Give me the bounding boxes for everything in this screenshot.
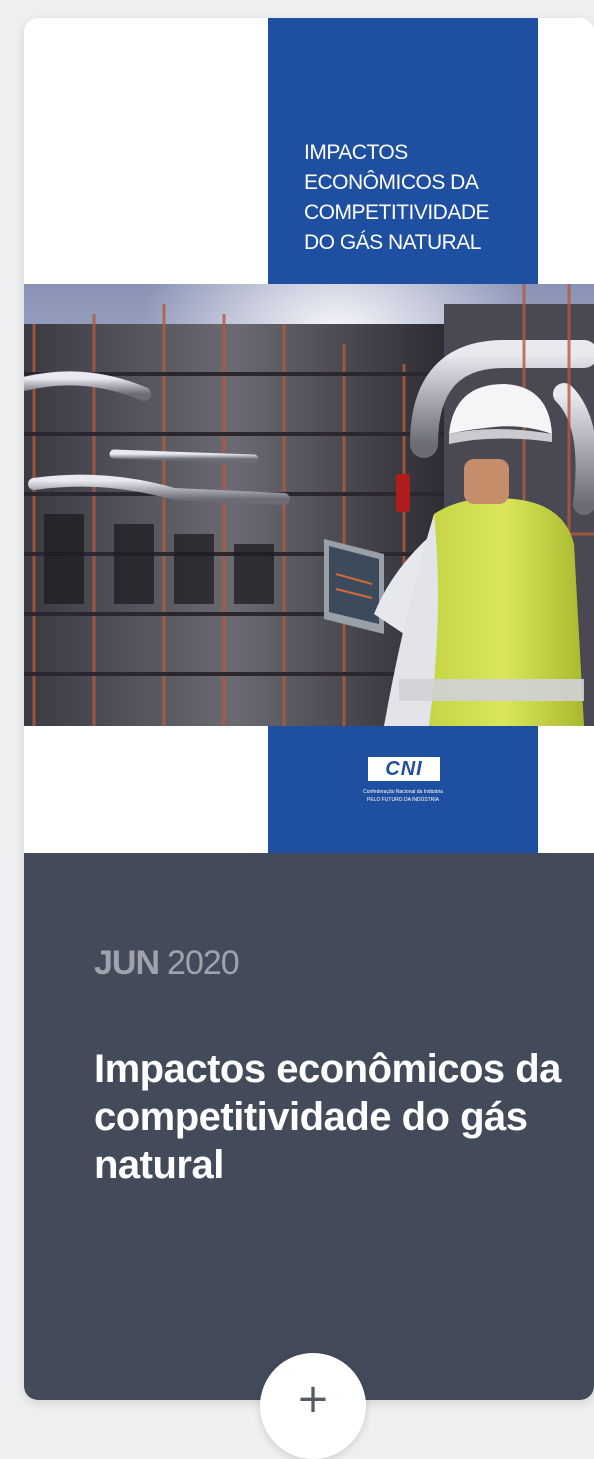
cni-logo: CNI (368, 757, 440, 781)
publication-date: JUN 2020 (94, 943, 240, 983)
publication-date-month: JUN (94, 944, 160, 982)
expand-button[interactable]: + (260, 1353, 366, 1459)
publication-date-year: 2020 (167, 944, 240, 982)
cover-photo (24, 284, 594, 726)
plus-icon: + (296, 1376, 330, 1422)
publication-card[interactable]: IMPACTOS ECONÔMICOS DA COMPETITIVIDADE D… (24, 18, 594, 1400)
publication-title[interactable]: Impactos econômicos da competitividade d… (94, 1045, 564, 1189)
cover-title: IMPACTOS ECONÔMICOS DA COMPETITIVIDADE D… (304, 141, 490, 254)
cover-logo-block: CNI Confederação Nacional da Indústria P… (268, 726, 538, 853)
publication-cover[interactable]: IMPACTOS ECONÔMICOS DA COMPETITIVIDADE D… (24, 18, 594, 853)
cni-logo-caption: Confederação Nacional da Indústria PELO … (363, 789, 443, 803)
cover-title-block: IMPACTOS ECONÔMICOS DA COMPETITIVIDADE D… (268, 18, 538, 284)
publication-info-panel: JUN 2020 Impactos econômicos da competiti… (24, 853, 594, 1400)
